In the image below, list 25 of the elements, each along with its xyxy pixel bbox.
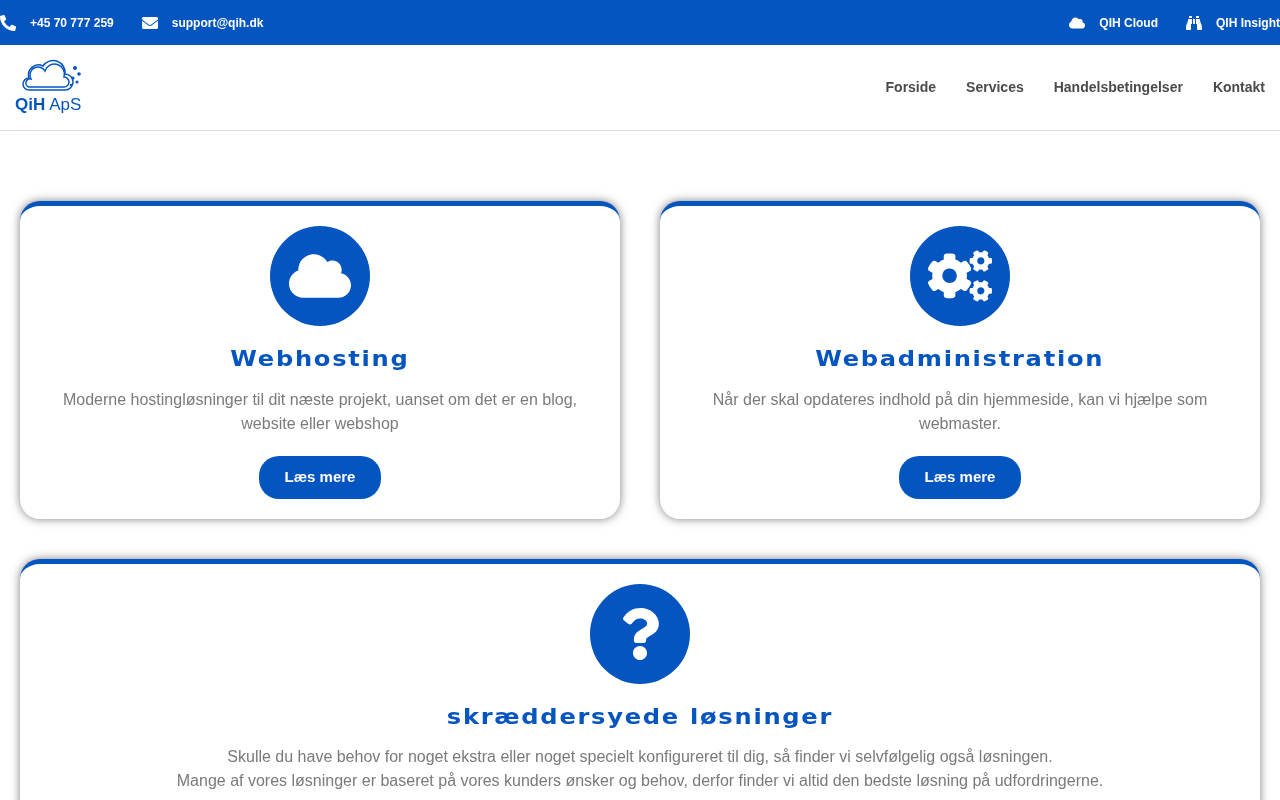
logo[interactable]: QiH ApS bbox=[15, 57, 83, 118]
read-more-button[interactable]: Læs mere bbox=[258, 455, 382, 499]
mail-icon bbox=[141, 14, 158, 31]
nav-link[interactable]: Forside bbox=[885, 77, 937, 98]
logo-suffix: ApS bbox=[49, 93, 82, 116]
topbar-link[interactable]: +45 70 777 259 bbox=[30, 13, 114, 32]
cloud-icon bbox=[1069, 14, 1086, 31]
card-title: Webadministration bbox=[815, 346, 1105, 373]
phone-icon bbox=[0, 14, 16, 31]
card-title: Webhosting bbox=[230, 346, 410, 373]
logo-brand: QiH bbox=[15, 93, 46, 116]
topbar-link[interactable]: support@qih.dk bbox=[171, 13, 264, 32]
nav-link[interactable]: Handelsbetingelser bbox=[1053, 77, 1183, 98]
read-more-button[interactable]: Læs mere bbox=[898, 455, 1022, 499]
topbar-link[interactable]: QIH Cloud bbox=[1099, 13, 1158, 32]
card-text: Skulle du have behov for noget ekstra eller noget specielt konfigureret til dig, så finder vi selvfølgelig også løsningen. bbox=[227, 747, 1053, 767]
card-title: skræddersyede løsninger bbox=[446, 703, 834, 731]
binoculars-icon bbox=[1186, 14, 1202, 31]
nav-link[interactable]: Services bbox=[966, 77, 1024, 98]
card-text: Moderne hostingløsninger til dit næste projekt, uanset om det er en blog, website eller webshop bbox=[61, 389, 579, 434]
nav-link[interactable]: Kontakt bbox=[1212, 77, 1265, 98]
card-text: Når der skal opdateres indhold på din hjemmeside, kan vi hjælpe som webmaster. bbox=[711, 389, 1209, 434]
question-icon bbox=[620, 607, 660, 660]
card-text: Mange af vores løsninger er baseret på vores kunders ønsker og behov, derfor finder vi altid den bedste løsning på udfordringerne. bbox=[176, 771, 1104, 791]
topbar-link[interactable]: QIH Insight bbox=[1216, 13, 1280, 32]
